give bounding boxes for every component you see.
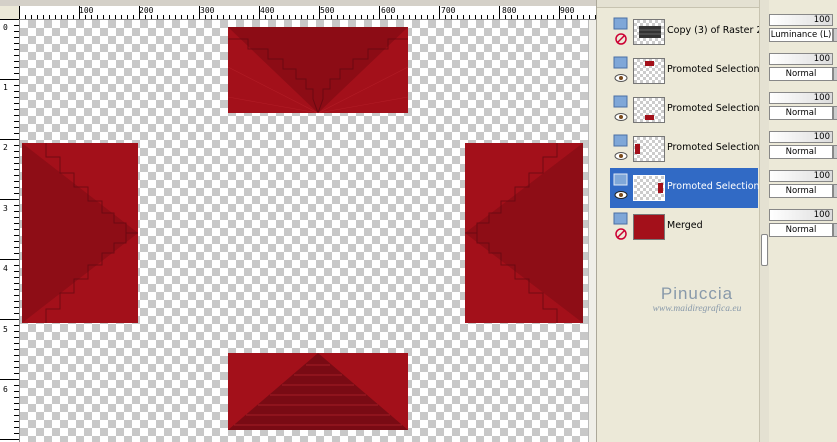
layer-name: Promoted Selection 2 (667, 142, 769, 153)
opacity-slider[interactable]: 100 (769, 53, 833, 65)
blend-mode-select[interactable]: Normal (769, 145, 833, 159)
opacity-slider[interactable]: 100 (769, 170, 833, 182)
eye-icon (613, 134, 628, 160)
layer-hidden-icon (613, 17, 628, 45)
red-panel-left (22, 143, 138, 323)
layer-name: Promoted Selection 1 (667, 103, 769, 114)
layer-row-merged[interactable]: Merged (610, 207, 758, 247)
blend-mode-dropdown-arrow[interactable] (833, 106, 837, 120)
ruler-ticks (19, 6, 596, 19)
layer-thumbnail (633, 175, 665, 201)
opacity-slider[interactable]: 100 (769, 92, 833, 104)
image-canvas[interactable] (20, 20, 588, 442)
layer-name: Merged (667, 220, 703, 231)
layer-thumbnail (633, 58, 665, 84)
opacity-value: 100 (813, 210, 830, 220)
watermark-url: www.maidiregrafica.eu (652, 304, 742, 314)
splitter-grip[interactable] (761, 234, 768, 266)
blend-mode-select[interactable]: Normal (769, 106, 833, 120)
layer-row-promoted-selection[interactable]: Promoted Selection (610, 51, 760, 91)
layers-palette: Copy (3) of Raster 2 Promoted Selection … (596, 0, 837, 442)
blend-row: 100 Normal (769, 129, 837, 165)
eye-icon (613, 173, 628, 199)
blend-row: 100 Normal (769, 168, 837, 204)
opacity-value: 100 (813, 15, 830, 25)
eye-icon (613, 95, 628, 121)
layer-row-promoted-selection-3[interactable]: Promoted Selection 3 (610, 168, 769, 208)
visibility-toggle[interactable] (613, 56, 629, 86)
blend-mode-select[interactable]: Normal (769, 184, 833, 198)
layer-thumbnail (633, 97, 665, 123)
layers-list: Copy (3) of Raster 2 Promoted Selection … (610, 12, 769, 442)
layer-name: Promoted Selection (667, 64, 760, 75)
blend-mode-dropdown-arrow[interactable] (833, 28, 837, 42)
layer-row-copy-raster-2[interactable]: Copy (3) of Raster 2 (610, 12, 762, 52)
opacity-slider[interactable]: 100 (769, 131, 833, 143)
eye-icon (613, 56, 628, 82)
blend-column: 100 Luminance (L) 100 Normal 100 Normal … (769, 0, 837, 442)
watermark: Pinuccia www.maidiregrafica.eu (632, 284, 762, 314)
blend-mode-select[interactable]: Normal (769, 67, 833, 81)
red-panel-top (228, 27, 408, 113)
ruler-corner (0, 6, 20, 20)
horizontal-ruler: 100 200 300 400 500 600 700 800 900 (19, 6, 596, 20)
canvas-area[interactable]: 100 200 300 400 500 600 700 800 900 0 1 … (0, 0, 597, 442)
layer-hidden-icon (613, 212, 628, 240)
opacity-value: 100 (813, 171, 830, 181)
red-panel-right (465, 143, 583, 323)
red-panel-bottom (228, 353, 408, 430)
layer-name: Promoted Selection 3 (667, 181, 769, 192)
visibility-toggle[interactable] (613, 17, 629, 47)
blend-row: 100 Normal (769, 90, 837, 126)
blend-row: 100 Normal (769, 51, 837, 87)
layer-thumbnail (633, 214, 665, 240)
layer-thumbnail (633, 19, 665, 45)
watermark-name: Pinuccia (660, 284, 734, 303)
layer-row-promoted-selection-2[interactable]: Promoted Selection 2 (610, 129, 769, 169)
blend-mode-dropdown-arrow[interactable] (833, 223, 837, 237)
opacity-slider[interactable]: 100 (769, 209, 833, 221)
blend-mode-dropdown-arrow[interactable] (833, 67, 837, 81)
blend-row: 100 Normal (769, 207, 837, 243)
opacity-value: 100 (813, 93, 830, 103)
blend-mode-dropdown-arrow[interactable] (833, 145, 837, 159)
visibility-toggle[interactable] (613, 173, 629, 203)
layer-row-promoted-selection-1[interactable]: Promoted Selection 1 (610, 90, 769, 130)
layer-name: Copy (3) of Raster 2 (667, 25, 763, 36)
opacity-value: 100 (813, 54, 830, 64)
blend-mode-dropdown-arrow[interactable] (833, 184, 837, 198)
visibility-toggle[interactable] (613, 95, 629, 125)
blend-mode-select[interactable]: Luminance (L) (769, 28, 833, 42)
visibility-toggle[interactable] (613, 212, 629, 242)
opacity-slider[interactable]: 100 (769, 14, 833, 26)
blend-row: 100 Luminance (L) (769, 12, 837, 48)
opacity-value: 100 (813, 132, 830, 142)
ruler-ticks (0, 19, 19, 440)
blend-mode-select[interactable]: Normal (769, 223, 833, 237)
visibility-toggle[interactable] (613, 134, 629, 164)
vertical-ruler: 0 1 2 3 4 5 6 (0, 19, 20, 442)
layer-thumbnail (633, 136, 665, 162)
